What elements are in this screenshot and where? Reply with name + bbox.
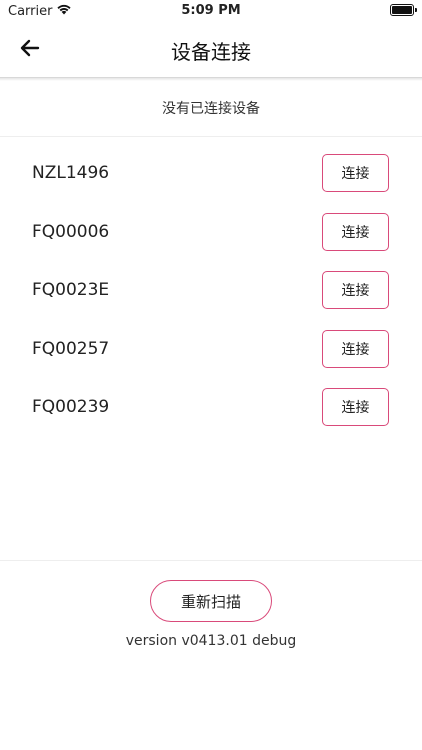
version-label: version v0413.01 debug [125, 633, 297, 649]
device-connect-screen: Carrier 5:09 PM 设备连接 没有已连接设备 NZL1496 连接 … [0, 0, 422, 750]
clock: 5:09 PM [181, 3, 241, 18]
device-row: FQ0023E 连接 [0, 262, 422, 321]
navigation-bar: 设备连接 [0, 22, 422, 78]
device-list: NZL1496 连接 FQ00006 连接 FQ0023E 连接 FQ00257… [0, 145, 422, 438]
page-title: 设备连接 [171, 40, 251, 64]
device-name: FQ00006 [32, 221, 110, 242]
connect-button[interactable]: 连接 [322, 271, 389, 309]
battery-fill [392, 6, 412, 14]
rescan-button[interactable]: 重新扫描 [150, 580, 272, 622]
connect-button[interactable]: 连接 [322, 329, 389, 368]
device-row: FQ00239 连接 [0, 379, 422, 438]
device-name: NZL1496 [32, 163, 110, 183]
device-row: FQ00257 连接 [0, 321, 422, 380]
device-name: FQ0023E [32, 280, 110, 300]
device-name: FQ00257 [32, 338, 110, 359]
connection-status-text: 没有已连接设备 [0, 79, 422, 137]
device-row: FQ00006 连接 [0, 204, 422, 263]
connect-button[interactable]: 连接 [322, 212, 389, 251]
battery-icon [390, 4, 417, 16]
status-bar: Carrier 5:09 PM [0, 0, 422, 22]
device-row: NZL1496 连接 [0, 145, 422, 204]
connect-button[interactable]: 连接 [322, 388, 389, 426]
bottom-divider [0, 560, 422, 561]
device-name: FQ00239 [32, 397, 110, 417]
connect-button[interactable]: 连接 [322, 154, 389, 192]
